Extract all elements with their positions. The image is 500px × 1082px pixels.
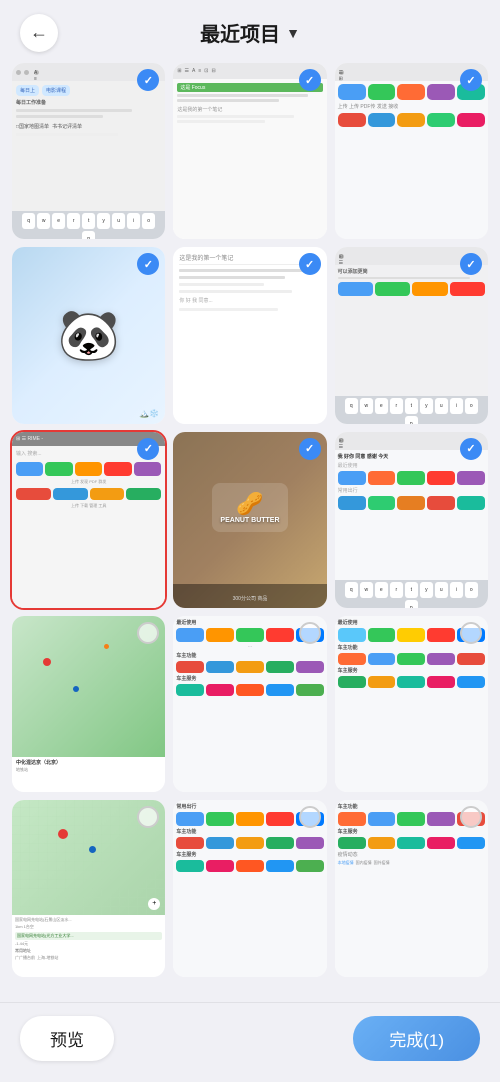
thumb-item-9[interactable]: ⊞ ☰ A ≡ ⊡ ⊟ 我 好你 同意 感谢 今天 最近使用 常用出行 xyxy=(335,432,488,608)
thumb-item-15[interactable]: 车主功能 车主服务 xyxy=(335,800,488,976)
select-check-11[interactable] xyxy=(299,622,321,644)
thumb-preview-14: 常用出行 车主功能 xyxy=(173,800,326,976)
thumb-item-12[interactable]: 最近使用 车主功能 xyxy=(335,616,488,792)
thumb-item-3[interactable]: ☰ ⊞ A ≡ ⊡ ⊟ 上传 上传 PDF传 发送 接收 xyxy=(335,63,488,239)
thumb-item-7[interactable]: ⊞ ☰ RIME - 输入 搜索... 上传 发现 PDF 群发 xyxy=(12,432,165,608)
thumb-item-11[interactable]: 最近使用 ··· 车主功能 xyxy=(173,616,326,792)
back-icon: ← xyxy=(30,22,48,43)
select-check-2[interactable] xyxy=(299,69,321,91)
thumb-preview-5: 这是我的第一个笔记 你 好 我 同意... xyxy=(173,247,326,423)
thumb-item-10[interactable]: 中化混达京（北京） 地铁站 xyxy=(12,616,165,792)
thumb-item-2[interactable]: ⊞☰A≡⊡⊟ 这是 Focus 这是我的第一个笔记 xyxy=(173,63,326,239)
select-check-12[interactable] xyxy=(460,622,482,644)
dropdown-chevron-icon[interactable]: ▼ xyxy=(286,25,300,41)
select-check-7[interactable] xyxy=(137,438,159,460)
back-button[interactable]: ← xyxy=(20,14,58,52)
preview-button[interactable]: 预览 xyxy=(20,1016,114,1061)
thumb-item-6[interactable]: ⊞ ☰ A ≡ ⊡ ⊟ 可以添加更简 qwe rty uiop xyxy=(335,247,488,423)
header: ← 最近项目 ▼ xyxy=(0,0,500,59)
done-button[interactable]: 完成(1) xyxy=(353,1016,480,1061)
thumb-item-14[interactable]: 常用出行 车主功能 xyxy=(173,800,326,976)
header-title: 最近项目 ▼ xyxy=(200,18,300,47)
select-check-9[interactable] xyxy=(460,438,482,460)
thumb-item-4[interactable]: 🐼 🏔️❄️ xyxy=(12,247,165,423)
thumbnail-grid: A ≡ ⊞ 每日上 电影课程 每日工作准备 □国家地图清单 书书记评清单 xyxy=(0,59,500,1077)
title-text: 最近项目 xyxy=(200,18,280,47)
select-check-8[interactable] xyxy=(299,438,321,460)
select-check-5[interactable] xyxy=(299,253,321,275)
select-check-14[interactable] xyxy=(299,806,321,828)
thumb-item-8[interactable]: 🥜 PEANUT BUTTER 300分公司 商品 xyxy=(173,432,326,608)
thumb-item-5[interactable]: 这是我的第一个笔记 你 好 我 同意... xyxy=(173,247,326,423)
select-check-3[interactable] xyxy=(460,69,482,91)
thumb-item-1[interactable]: A ≡ ⊞ 每日上 电影课程 每日工作准备 □国家地图清单 书书记评清单 xyxy=(12,63,165,239)
thumb-item-13[interactable]: + 国家电网充电站(石景山区淡水... 1km 1台空 国家电网充电站(光方工业… xyxy=(12,800,165,976)
bottom-bar: 预览 完成(1) xyxy=(0,1002,500,1082)
